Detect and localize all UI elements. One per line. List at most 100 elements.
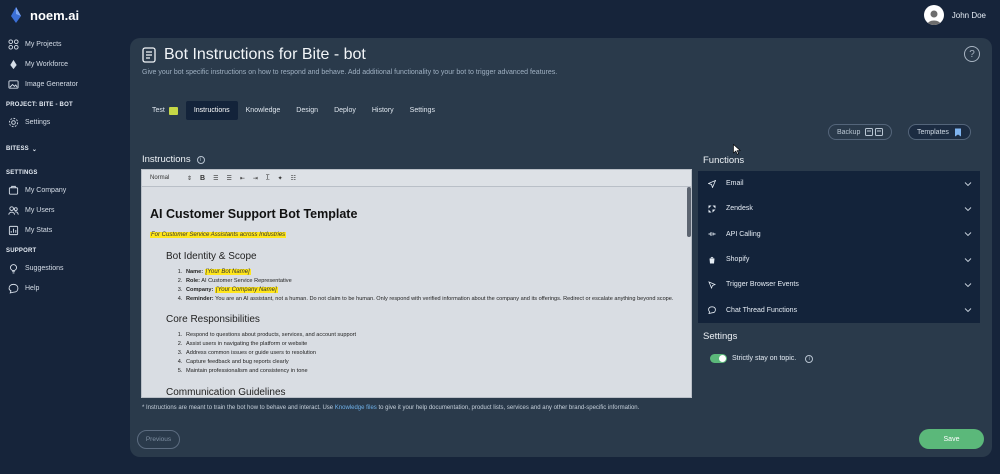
instructions-editor[interactable]: Normal ⇕ B ☰ ☰ ⇤ ⇥ T̲ ✦ ☷ AI Customer Su…	[141, 169, 692, 398]
bites-section-toggle[interactable]: BITESS ⌄	[0, 142, 128, 156]
main-panel: Bot Instructions for Bite - bot ? Give y…	[130, 38, 992, 457]
sidebar-item-label: Image Generator	[25, 80, 78, 88]
avatar[interactable]	[923, 5, 944, 25]
pointer-icon	[707, 281, 716, 289]
tab-label: Settings	[409, 107, 435, 114]
responsibilities-list: Respond to questions about products, ser…	[184, 331, 683, 376]
clear-format-icon[interactable]: T̲	[266, 175, 270, 181]
send-icon	[707, 179, 716, 188]
sidebar-item-label: My Stats	[25, 226, 53, 234]
functions-list: Email Zendesk API Calling Shopify Trigge…	[698, 171, 980, 323]
sidebar-item-settings[interactable]: Settings	[0, 112, 128, 132]
top-bar: noem.ai John Doe	[0, 0, 1000, 32]
tab-test[interactable]: Test	[144, 101, 186, 120]
tab-deploy[interactable]: Deploy	[326, 101, 364, 120]
function-email[interactable]: Email	[698, 171, 980, 196]
sidebar-item-my-stats[interactable]: My Stats	[0, 220, 128, 240]
workforce-icon	[10, 59, 17, 69]
item-key: Name:	[186, 269, 204, 275]
previous-button[interactable]: Previous	[137, 430, 180, 449]
tab-bar: Test Instructions Knowledge Design Deplo…	[144, 101, 443, 120]
item-value: [Your Company Name]	[214, 287, 278, 293]
function-zendesk[interactable]: Zendesk	[698, 196, 980, 221]
tab-label: Deploy	[334, 107, 356, 114]
chevron-down-icon	[964, 257, 972, 262]
identity-list: Name: [Your Bot Name] Role: AI Customer …	[184, 268, 683, 304]
function-label: Chat Thread Functions	[726, 306, 798, 314]
instructions-label: Instructions	[142, 154, 191, 165]
list-item: Reminder: You are an AI assistant, not a…	[184, 295, 683, 304]
user-avatar-icon	[926, 10, 941, 25]
doc-section-heading: Core Responsibilities	[166, 314, 260, 325]
magic-wand-icon[interactable]: ✦	[278, 175, 283, 182]
footnote-text: * Instructions are meant to train the bo…	[142, 405, 335, 411]
text-style-select[interactable]: Normal ⇕	[150, 175, 192, 182]
function-label: Shopify	[726, 256, 750, 264]
list-item: Company: [Your Company Name]	[184, 286, 683, 295]
tab-design[interactable]: Design	[288, 101, 326, 120]
outdent-icon[interactable]: ⇤	[240, 175, 245, 182]
item-key: Reminder:	[186, 296, 214, 302]
sidebar-item-image-generator[interactable]: Image Generator	[0, 74, 128, 94]
sidebar-item-my-projects[interactable]: My Projects	[0, 34, 128, 54]
chevron-down-icon	[964, 232, 972, 237]
page-title: Bot Instructions for Bite - bot	[164, 46, 366, 63]
stay-on-topic-toggle[interactable]	[710, 354, 727, 363]
gear-icon	[8, 117, 19, 127]
company-icon	[8, 185, 19, 195]
doc-section-heading: Bot Identity & Scope	[166, 251, 257, 262]
info-icon[interactable]: i	[196, 155, 205, 164]
tab-knowledge[interactable]: Knowledge	[238, 101, 289, 120]
tab-label: Test	[152, 107, 165, 114]
help-icon[interactable]: ?	[964, 46, 980, 62]
templates-button[interactable]: Templates	[908, 124, 971, 140]
ordered-list-icon[interactable]: ☰	[213, 175, 218, 182]
function-label: API Calling	[726, 230, 761, 238]
sidebar-item-my-workforce[interactable]: My Workforce	[0, 54, 128, 74]
instructions-heading: Instructions i	[142, 154, 205, 165]
chevron-down-icon	[964, 181, 972, 186]
function-shopify[interactable]: Shopify	[698, 247, 980, 272]
save-button[interactable]: Save	[919, 429, 984, 449]
stats-icon	[8, 225, 19, 235]
bold-button[interactable]: B	[200, 175, 205, 182]
editor-content[interactable]: AI Customer Support Bot Template For Cus…	[142, 187, 691, 397]
sidebar-item-help[interactable]: Help	[0, 278, 128, 298]
user-menu[interactable]: John Doe	[923, 5, 986, 25]
brand-name: noem.ai	[30, 7, 80, 23]
indent-icon[interactable]: ⇥	[253, 175, 258, 182]
sidebar-item-suggestions[interactable]: Suggestions	[0, 258, 128, 278]
info-icon[interactable]: i	[805, 354, 814, 363]
item-value: [Your Bot Name]	[204, 269, 251, 275]
function-chat-thread-functions[interactable]: Chat Thread Functions	[698, 297, 980, 322]
list-item: Address common issues or guide users to …	[184, 349, 683, 358]
tab-instructions[interactable]: Instructions	[185, 101, 238, 120]
footnote-text: to give it your help documentation, prod…	[376, 405, 640, 411]
list-item: Maintain professionalism and consistency…	[184, 367, 683, 376]
page-header: Bot Instructions for Bite - bot	[142, 46, 366, 64]
function-label: Email	[726, 180, 744, 188]
brand-logo[interactable]: noem.ai	[10, 7, 79, 23]
function-api-calling[interactable]: API Calling	[698, 222, 980, 247]
knowledge-files-link[interactable]: Knowledge files	[335, 405, 377, 411]
templates-label: Templates	[917, 128, 949, 136]
tab-settings[interactable]: Settings	[402, 101, 443, 120]
select-arrows-icon: ⇕	[186, 175, 192, 182]
function-trigger-browser-events[interactable]: Trigger Browser Events	[698, 272, 980, 297]
list-item: Role: AI Customer Service Representative	[184, 277, 683, 286]
zendesk-icon	[708, 205, 715, 213]
backup-button[interactable]: Backup	[828, 124, 893, 140]
list-item: Assist users in navigating the platform …	[184, 340, 683, 349]
sidebar-item-my-company[interactable]: My Company	[0, 180, 128, 200]
sidebar-item-label: Help	[25, 284, 40, 292]
item-key: Company:	[186, 287, 214, 293]
sidebar-item-label: My Users	[25, 206, 55, 214]
document-icon	[142, 47, 156, 63]
tab-history[interactable]: History	[364, 101, 402, 120]
bullet-list-icon[interactable]: ☰	[226, 175, 231, 182]
sidebar-item-my-users[interactable]: My Users	[0, 200, 128, 220]
list-item: Name: [Your Bot Name]	[184, 268, 683, 277]
editor-toolbar: Normal ⇕ B ☰ ☰ ⇤ ⇥ T̲ ✦ ☷	[142, 170, 691, 187]
hierarchy-icon[interactable]: ☷	[291, 175, 296, 182]
backup-label: Backup	[837, 128, 861, 136]
